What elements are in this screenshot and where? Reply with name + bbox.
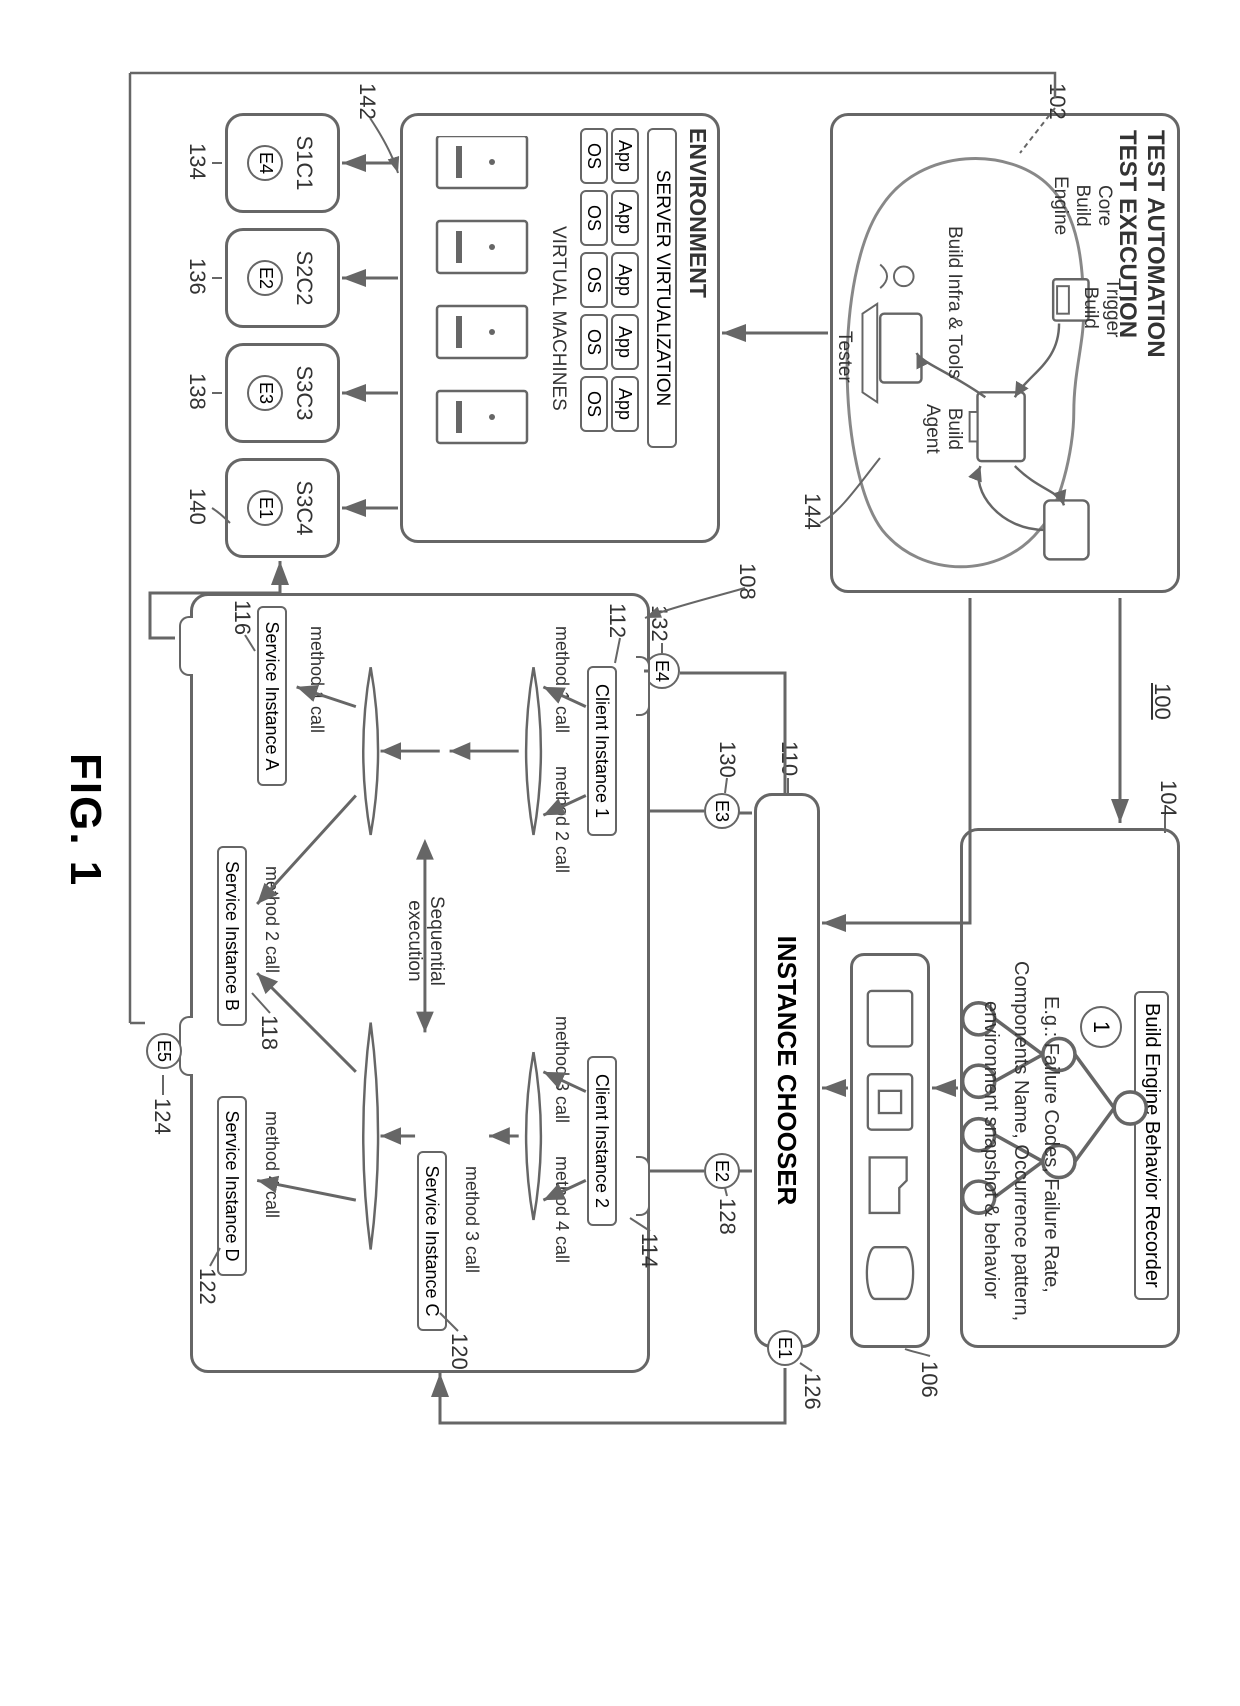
recorder-badge: 1: [1080, 1006, 1122, 1048]
e5-circle: E5: [146, 1033, 182, 1069]
ref-130: 130: [714, 741, 740, 778]
ref-144: 144: [799, 493, 825, 530]
client-instance-1: Client Instance 1: [587, 666, 617, 836]
m3-top-right: method 3 call: [551, 1016, 572, 1123]
m2-bottom-mid: method 2 call: [261, 866, 282, 973]
m2-top-left: method 2 call: [551, 766, 572, 873]
s3c4-label: S3C4: [292, 480, 318, 535]
panel-tab-bottom-left: [179, 616, 193, 676]
service-b: Service Instance B: [217, 846, 247, 1026]
service-c: Service Instance C: [417, 1151, 447, 1331]
ref-134: 134: [184, 143, 210, 180]
e3-circle: E3: [704, 793, 740, 829]
recorder-eg-3: environment snapshot & behavior: [979, 1001, 1002, 1299]
s3c4-e: E1: [248, 490, 284, 526]
s1c1-e: E4: [248, 145, 284, 181]
ref-110: 110: [776, 741, 802, 776]
ref-128: 128: [714, 1198, 740, 1235]
recorder-box: Build Engine Behavior Recorder 1 E.g.: F…: [960, 828, 1180, 1348]
s3c3-box: S3C3 E3: [225, 343, 340, 443]
build-agent-label: Build Agent: [921, 404, 965, 454]
ref-136: 136: [184, 258, 210, 295]
ref-124: 124: [149, 1098, 175, 1135]
ref-116: 116: [229, 600, 255, 635]
s1c1-label: S1C1: [292, 135, 318, 190]
server-virt-label: SERVER VIRTUALIZATION: [647, 128, 677, 448]
s2c2-label: S2C2: [292, 250, 318, 305]
ref-100: 100: [1149, 683, 1175, 720]
recorder-title: Build Engine Behavior Recorder: [1134, 991, 1169, 1300]
panel-tab-right: [636, 1156, 650, 1216]
ref-102: 102: [1044, 83, 1070, 120]
ref-114: 114: [636, 1233, 662, 1268]
vm-label: VIRTUAL MACHINES: [547, 226, 569, 411]
s3c3-e: E3: [248, 375, 284, 411]
ref-140: 140: [184, 488, 210, 525]
m3-mid-right: method 3 call: [461, 1166, 482, 1273]
recorder-eg-1: E.g.: Failure Codes, Failure Rate,: [1039, 996, 1062, 1293]
ref-126: 126: [799, 1373, 825, 1410]
service-a: Service Instance A: [257, 606, 287, 786]
instance-chooser-box: INSTANCE CHOOSER: [754, 793, 820, 1348]
client-instance-2: Client Instance 2: [587, 1056, 617, 1226]
ref-122: 122: [194, 1268, 220, 1305]
ref-106: 106: [916, 1361, 942, 1398]
ref-108: 108: [734, 563, 760, 600]
e2-circle: E2: [704, 1153, 740, 1189]
environment-title: ENVIRONMENT: [684, 128, 711, 298]
service-d: Service Instance D: [217, 1096, 247, 1276]
environment-box: ENVIRONMENT SERVER VIRTUALIZATION App OS…: [400, 113, 720, 543]
s3c3-label: S3C3: [292, 365, 318, 420]
s2c2-e: E2: [248, 260, 284, 296]
panel-tab-left: [636, 656, 650, 716]
seq-label: Sequential execution: [403, 896, 447, 986]
instance-chooser-label: INSTANCE CHOOSER: [772, 936, 803, 1206]
ref-142: 142: [354, 83, 380, 120]
test-automation-box: TEST AUTOMATION TEST EXECUTION: [830, 113, 1180, 593]
calls-panel: Client Instance 1 Client Instance 2 Serv…: [190, 593, 650, 1373]
m4-top-right: method 4 call: [551, 1156, 572, 1263]
s3c4-box: S3C4 E1: [225, 458, 340, 558]
ref-104: 104: [1155, 780, 1181, 817]
s2c2-box: S2C2 E2: [225, 228, 340, 328]
trigger-build-label: Trigger Build: [1079, 278, 1123, 337]
figure-caption: FIG. 1: [60, 753, 110, 887]
app-cell: App: [611, 128, 639, 184]
ref-118: 118: [256, 1015, 282, 1050]
ref-120: 120: [446, 1333, 472, 1370]
e1-circle: E1: [767, 1330, 803, 1366]
recorder-eg-2: Components Name, Occurrence pattern,: [1009, 961, 1032, 1321]
ref-138: 138: [184, 373, 210, 410]
m1-bottom-left: method 1 call: [306, 626, 327, 733]
m4-bottom-right: method 4 call: [261, 1111, 282, 1218]
db-row: [850, 953, 930, 1348]
core-build-engine-label: Core Build Engine: [1049, 176, 1115, 235]
build-infra-label: Build Infra & Tools: [943, 226, 965, 379]
os-cell: OS: [580, 128, 608, 184]
tester-label: Tester: [833, 331, 855, 383]
m1-top-left: method 1 call: [551, 626, 572, 733]
s1c1-box: S1C1 E4: [225, 113, 340, 213]
ref-112: 112: [604, 603, 630, 638]
